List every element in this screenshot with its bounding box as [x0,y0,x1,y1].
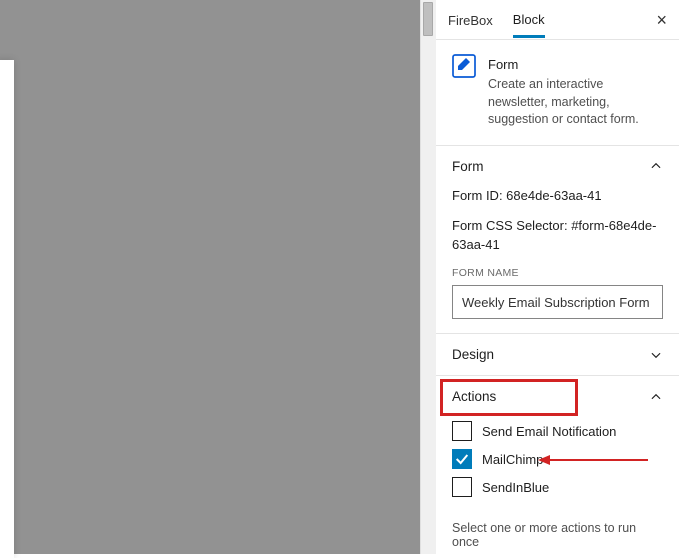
form-name-input[interactable] [452,285,663,319]
canvas-paper [0,60,14,558]
action-label: MailChimp [482,452,543,467]
section-form-label: Form [452,159,484,174]
action-label: SendInBlue [482,480,549,495]
section-actions-label: Actions [452,389,496,404]
form-css-selector-text: Form CSS Selector: #form-68e4de-63aa-41 [452,217,663,255]
checkbox[interactable] [452,449,472,469]
block-description: Create an interactive newsletter, market… [488,76,663,129]
checkbox[interactable] [452,477,472,497]
tab-firebox[interactable]: FireBox [448,3,493,36]
section-design-header[interactable]: Design [436,334,679,375]
tab-block[interactable]: Block [513,2,545,38]
inspector-panel: FireBox Block × Form Create an interacti… [436,0,679,554]
form-name-label: FORM NAME [452,267,663,279]
actions-helper-text: Select one or more actions to run once [436,515,679,549]
chevron-down-icon [649,348,663,362]
block-title: Form [488,57,663,72]
form-id-text: Form ID: 68e4de-63aa-41 [452,187,663,206]
chevron-up-icon [649,390,663,404]
checkbox[interactable] [452,421,472,441]
section-actions-header[interactable]: Actions [436,376,679,417]
section-design-label: Design [452,347,494,362]
editor-canvas [0,0,420,554]
section-form-header[interactable]: Form [436,146,679,187]
form-icon [452,54,476,78]
action-option[interactable]: SendInBlue [452,473,663,501]
scrollbar-thumb[interactable] [423,2,433,36]
action-option[interactable]: MailChimp [452,445,663,473]
close-icon[interactable]: × [656,11,667,29]
action-option[interactable]: Send Email Notification [452,417,663,445]
chevron-up-icon [649,159,663,173]
scrollbar-track[interactable] [420,0,436,554]
action-label: Send Email Notification [482,424,616,439]
